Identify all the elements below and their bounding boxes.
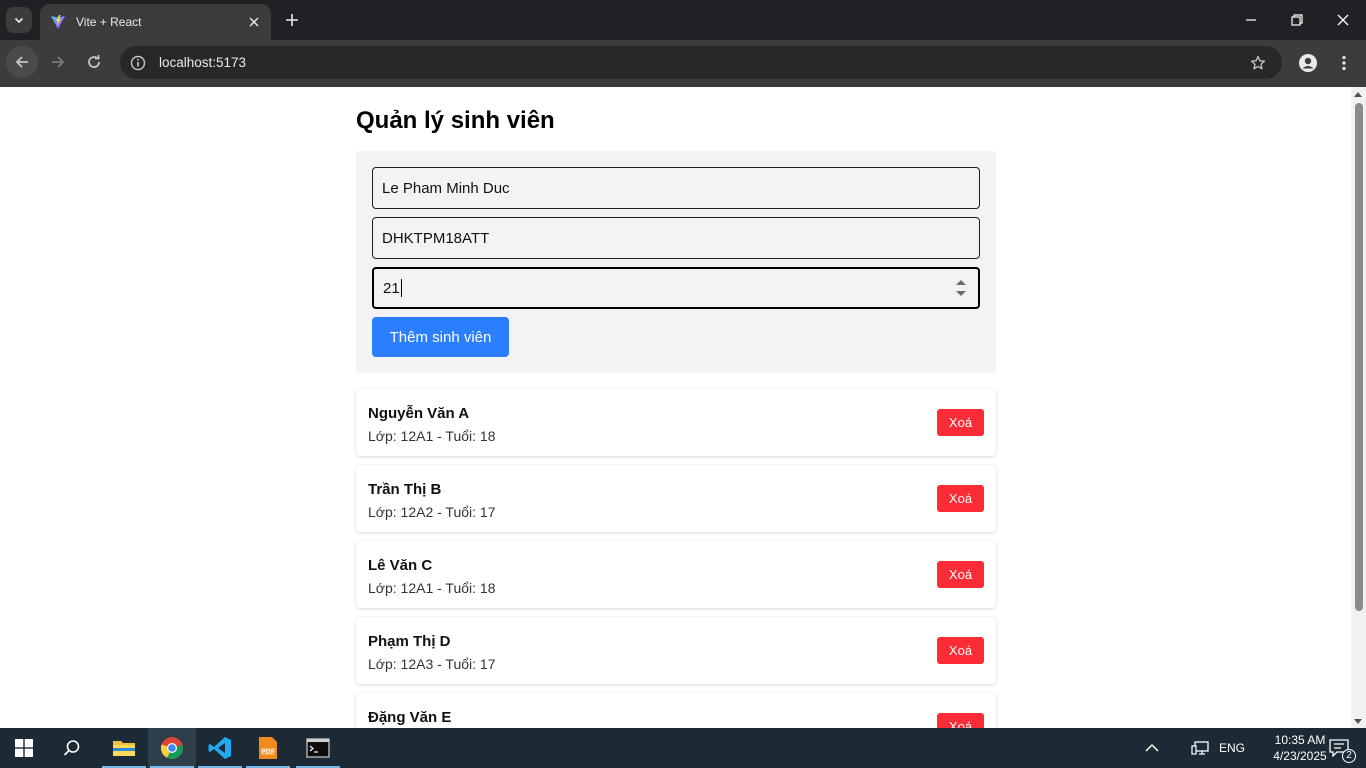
language-indicator[interactable]: ENG [1219, 741, 1245, 755]
student-item: Trần Thị B Lớp: 12A2 - Tuổi: 17 Xoá [356, 465, 996, 532]
text-caret [400, 279, 402, 297]
reload-button[interactable] [78, 46, 110, 78]
student-item: Nguyễn Văn A Lớp: 12A1 - Tuổi: 18 Xoá [356, 389, 996, 456]
terminal-taskbar-button[interactable] [294, 728, 342, 768]
browser-toolbar: localhost:5173 [0, 40, 1366, 87]
pdf-icon: PDF [259, 737, 277, 759]
student-class-value: DHKTPM18ATT [382, 229, 490, 247]
page-title: Quản lý sinh viên [356, 107, 555, 134]
windows-logo-icon [15, 739, 33, 757]
delete-student-button[interactable]: Xoá [937, 485, 984, 512]
new-tab-button[interactable] [280, 8, 304, 32]
student-age-value: 21 [383, 279, 400, 297]
restore-button[interactable] [1274, 0, 1320, 40]
folder-icon [113, 741, 135, 756]
spin-up-icon[interactable] [956, 280, 966, 285]
network-icon [1191, 741, 1209, 755]
forward-button[interactable] [42, 46, 74, 78]
arrow-right-icon [52, 56, 65, 68]
tab-close-icon[interactable] [245, 13, 263, 31]
student-info: Lớp: 12A2 - Tuổi: 17 [368, 504, 496, 520]
scroll-down-icon[interactable] [1354, 719, 1362, 724]
network-button[interactable] [1178, 728, 1222, 768]
scroll-thumb[interactable] [1355, 103, 1363, 611]
student-name: Lê Văn C [368, 557, 433, 574]
close-window-button[interactable] [1320, 0, 1366, 40]
student-name: Trần Thị B [368, 481, 442, 498]
tab-search-button[interactable] [6, 7, 32, 33]
site-info-icon[interactable] [130, 55, 146, 71]
scroll-up-icon[interactable] [1354, 92, 1362, 97]
back-button[interactable] [6, 46, 38, 78]
minimize-button[interactable] [1228, 0, 1274, 40]
delete-student-button[interactable]: Xoá [937, 637, 984, 664]
file-explorer-button[interactable] [100, 728, 148, 768]
browser-menu-button[interactable] [1332, 51, 1356, 75]
windows-taskbar: PDF ENG 10:35 AM 4/23/2025 2 [0, 728, 1366, 768]
student-class-input[interactable]: DHKTPM18ATT [372, 217, 980, 259]
page-scrollbar[interactable] [1351, 87, 1366, 728]
browser-tab[interactable]: Vite + React [40, 4, 271, 40]
minimize-icon [1246, 19, 1256, 21]
plus-icon [286, 14, 298, 26]
search-icon [63, 740, 80, 756]
arrow-left-icon [15, 56, 28, 68]
number-spinner[interactable] [956, 278, 966, 298]
show-hidden-icons-button[interactable] [1128, 728, 1176, 768]
student-item: Phạm Thị D Lớp: 12A3 - Tuổi: 17 Xoá [356, 617, 996, 684]
student-age-input[interactable]: 21 [372, 267, 980, 309]
profile-button[interactable] [1296, 51, 1320, 75]
tab-title: Vite + React [76, 15, 142, 29]
close-icon [1337, 14, 1349, 26]
chevron-up-icon [1145, 743, 1159, 752]
notification-center-button[interactable]: 2 [1316, 728, 1362, 768]
url-text: localhost:5173 [159, 55, 247, 70]
delete-student-button[interactable]: Xoá [937, 561, 984, 588]
student-name-input[interactable]: Le Pham Minh Duc [372, 167, 980, 209]
add-student-button[interactable]: Thêm sinh viên [372, 317, 509, 357]
page-viewport: Quản lý sinh viên Le Pham Minh Duc DHKTP… [0, 87, 1351, 728]
address-bar[interactable]: localhost:5173 [120, 46, 1282, 79]
terminal-icon [306, 738, 330, 758]
delete-student-button[interactable]: Xoá [937, 409, 984, 436]
student-info: Lớp: 12A1 - Tuổi: 18 [368, 428, 496, 444]
start-button[interactable] [0, 728, 48, 768]
chrome-icon [160, 737, 183, 759]
more-vertical-icon [1342, 55, 1346, 71]
chevron-down-icon [14, 17, 24, 24]
student-info: Lớp: 12A3 - Tuổi: 17 [368, 656, 496, 672]
vscode-taskbar-button[interactable] [196, 728, 244, 768]
profile-icon [1299, 54, 1317, 72]
add-student-form: Le Pham Minh Duc DHKTPM18ATT 21 Thêm sin… [356, 151, 996, 373]
student-name: Nguyễn Văn A [368, 405, 470, 422]
notification-count-badge: 2 [1342, 749, 1356, 763]
bookmark-star-icon[interactable] [1248, 53, 1268, 73]
student-info: Lớp: 12A1 - Tuổi: 18 [368, 580, 496, 596]
reload-icon [88, 55, 100, 68]
student-name-value: Le Pham Minh Duc [382, 179, 510, 197]
chrome-taskbar-button[interactable] [148, 728, 196, 768]
pdf-app-taskbar-button[interactable]: PDF [244, 728, 292, 768]
vite-logo-icon [50, 14, 66, 30]
vscode-icon [208, 737, 231, 759]
student-name: Phạm Thị D [368, 633, 451, 650]
restore-icon [1291, 14, 1303, 26]
delete-student-button[interactable]: Xoá [937, 713, 984, 728]
student-name: Đặng Văn E [368, 709, 452, 726]
svg-text:PDF: PDF [261, 748, 275, 756]
student-item: Lê Văn C Lớp: 12A1 - Tuổi: 18 Xoá [356, 541, 996, 608]
student-item: Đặng Văn E Xoá [356, 693, 996, 728]
browser-tab-bar: Vite + React [0, 0, 1366, 40]
taskbar-search-button[interactable] [48, 728, 96, 768]
spin-down-icon[interactable] [956, 291, 966, 296]
